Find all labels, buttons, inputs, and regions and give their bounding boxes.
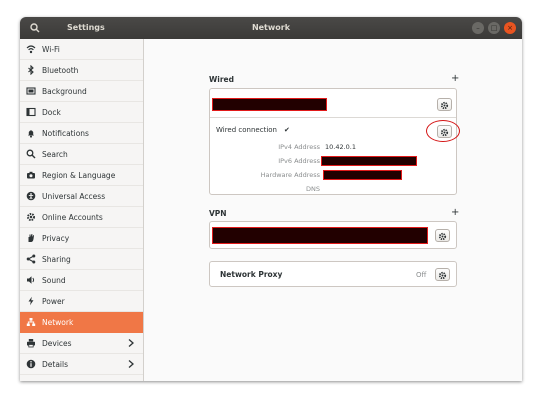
sidebar-item-sharing[interactable]: Sharing xyxy=(20,249,143,270)
ipv4-key: IPv4 Address xyxy=(278,143,320,151)
sidebar-item-label: Online Accounts xyxy=(42,212,103,222)
sidebar-item-label: Network xyxy=(42,317,74,327)
wired-connection-settings-button[interactable] xyxy=(437,125,452,138)
network-icon xyxy=(26,317,36,327)
printer-icon xyxy=(26,338,36,348)
search-icon xyxy=(26,149,36,159)
redacted-ipv6-address xyxy=(321,156,417,166)
redacted-vpn-name xyxy=(212,227,428,244)
sidebar-item-label: Bluetooth xyxy=(42,65,79,75)
sidebar-item-search[interactable]: Search xyxy=(20,144,143,165)
sidebar-item-sound[interactable]: Sound xyxy=(20,270,143,291)
search-icon[interactable] xyxy=(26,19,44,37)
sidebar-item-network[interactable]: Network xyxy=(20,312,143,333)
wired-section-title: Wired xyxy=(209,75,234,84)
sidebar-item-label: Privacy xyxy=(42,233,70,243)
bell-icon xyxy=(26,128,36,138)
sidebar-item-label: Region & Language xyxy=(42,170,116,180)
sidebar-item-devices[interactable]: Devices xyxy=(20,333,143,354)
sidebar-item-bluetooth[interactable]: Bluetooth xyxy=(20,60,143,81)
sidebar-item-label: Devices xyxy=(42,338,72,348)
wired-connection-row: Wired connection ✔ IPv4 Address 10.42.0.… xyxy=(210,118,460,196)
speaker-icon xyxy=(26,275,36,285)
network-proxy-settings-button[interactable] xyxy=(435,268,450,281)
wired-profile-settings-button[interactable] xyxy=(437,98,452,111)
power-icon xyxy=(26,296,36,306)
sidebar-item-region-language[interactable]: Region & Language xyxy=(20,165,143,186)
close-icon[interactable]: × xyxy=(504,22,516,34)
hardware-address-key: Hardware Address xyxy=(260,171,320,179)
chevron-right-icon xyxy=(127,338,135,348)
gear-icon xyxy=(26,212,36,222)
gear-icon xyxy=(438,226,447,245)
info-icon xyxy=(26,359,36,369)
window-controls: – □ × xyxy=(472,22,516,34)
gear-icon xyxy=(440,95,449,114)
ipv6-key: IPv6 Address xyxy=(278,157,320,165)
sidebar: Wi-Fi Bluetooth Background Dock Notifica… xyxy=(20,39,144,381)
sidebar-item-label: Power xyxy=(42,296,65,306)
sidebar-item-details[interactable]: Details xyxy=(20,354,143,375)
redacted-hardware-address xyxy=(323,170,402,180)
share-icon xyxy=(26,254,36,264)
sidebar-item-label: Dock xyxy=(42,107,61,117)
settings-title: Settings xyxy=(67,23,105,32)
chevron-right-icon xyxy=(127,359,135,369)
maximize-icon[interactable]: □ xyxy=(488,22,500,34)
sidebar-item-label: Search xyxy=(42,149,68,159)
sidebar-item-wifi[interactable]: Wi-Fi xyxy=(20,39,143,60)
bluetooth-icon xyxy=(26,65,36,75)
vpn-section-title: VPN xyxy=(209,209,227,218)
hand-icon xyxy=(26,233,36,243)
sidebar-item-power[interactable]: Power xyxy=(20,291,143,312)
wired-panel: Wired connection ✔ IPv4 Address 10.42.0.… xyxy=(209,88,460,196)
settings-window: Settings Network – □ × Wi-Fi Bluetooth B… xyxy=(20,17,522,381)
dns-key: DNS xyxy=(306,185,320,193)
sidebar-item-label: Notifications xyxy=(42,128,89,138)
add-vpn-button[interactable]: + xyxy=(451,208,459,218)
camera-icon xyxy=(26,170,36,180)
sidebar-item-online-accounts[interactable]: Online Accounts xyxy=(20,207,143,228)
add-wired-button[interactable]: + xyxy=(451,74,459,84)
accessibility-icon xyxy=(26,191,36,201)
background-icon xyxy=(26,86,36,96)
wired-connection-label: Wired connection xyxy=(216,126,277,134)
connected-check-icon: ✔ xyxy=(284,126,290,134)
sidebar-item-label: Universal Access xyxy=(42,191,106,201)
sidebar-item-dock[interactable]: Dock xyxy=(20,102,143,123)
vpn-panel xyxy=(209,221,457,249)
network-proxy-state: Off xyxy=(416,271,427,279)
sidebar-item-label: Sharing xyxy=(42,254,71,264)
sidebar-item-notifications[interactable]: Notifications xyxy=(20,123,143,144)
sidebar-item-privacy[interactable]: Privacy xyxy=(20,228,143,249)
wired-profile-row[interactable] xyxy=(210,89,456,117)
sidebar-item-label: Sound xyxy=(42,275,66,285)
gear-icon xyxy=(440,122,449,141)
vpn-settings-button[interactable] xyxy=(435,229,450,242)
minimize-icon[interactable]: – xyxy=(472,22,484,34)
redacted-profile-name xyxy=(212,98,327,111)
wifi-icon xyxy=(26,44,36,54)
network-panel: Wired + Wired connection ✔ IPv4 Address … xyxy=(144,39,522,381)
sidebar-item-background[interactable]: Background xyxy=(20,81,143,102)
sidebar-item-universal-access[interactable]: Universal Access xyxy=(20,186,143,207)
network-proxy-row[interactable]: Network Proxy Off xyxy=(209,261,457,287)
network-proxy-label: Network Proxy xyxy=(220,270,283,279)
sidebar-item-label: Details xyxy=(42,359,69,369)
ipv4-value: 10.42.0.1 xyxy=(325,143,357,151)
dock-icon xyxy=(26,107,36,117)
sidebar-item-label: Background xyxy=(42,86,87,96)
title-bar: Settings Network – □ × xyxy=(20,17,522,39)
sidebar-item-label: Wi-Fi xyxy=(42,44,60,54)
gear-icon xyxy=(438,265,447,284)
